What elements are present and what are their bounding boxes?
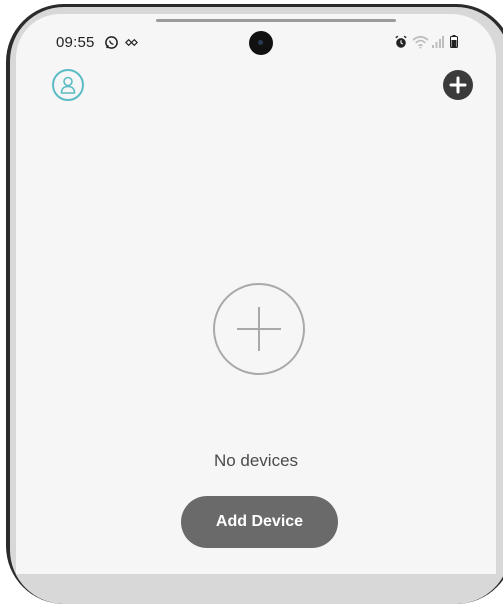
signal-icon bbox=[432, 35, 444, 53]
profile-icon bbox=[54, 71, 82, 104]
empty-state-text: No devices bbox=[213, 451, 299, 470]
add-top-button[interactable] bbox=[443, 70, 473, 100]
alarm-icon bbox=[394, 35, 408, 54]
whatsapp-icon bbox=[104, 35, 119, 55]
app-screen: 09:55 No devices Add Device bbox=[16, 14, 496, 574]
front-camera bbox=[249, 31, 273, 55]
status-bar: 09:55 bbox=[16, 14, 496, 60]
profile-button[interactable] bbox=[52, 69, 84, 101]
wifi-icon bbox=[412, 35, 429, 54]
add-device-button[interactable]: Add Device bbox=[181, 496, 338, 548]
plus-circle-outline-icon bbox=[215, 285, 303, 378]
plus-circle-icon bbox=[443, 70, 473, 105]
sync-icon bbox=[124, 35, 139, 55]
battery-icon bbox=[450, 35, 458, 53]
add-device-circle[interactable] bbox=[213, 283, 305, 375]
status-time: 09:55 bbox=[56, 34, 95, 51]
